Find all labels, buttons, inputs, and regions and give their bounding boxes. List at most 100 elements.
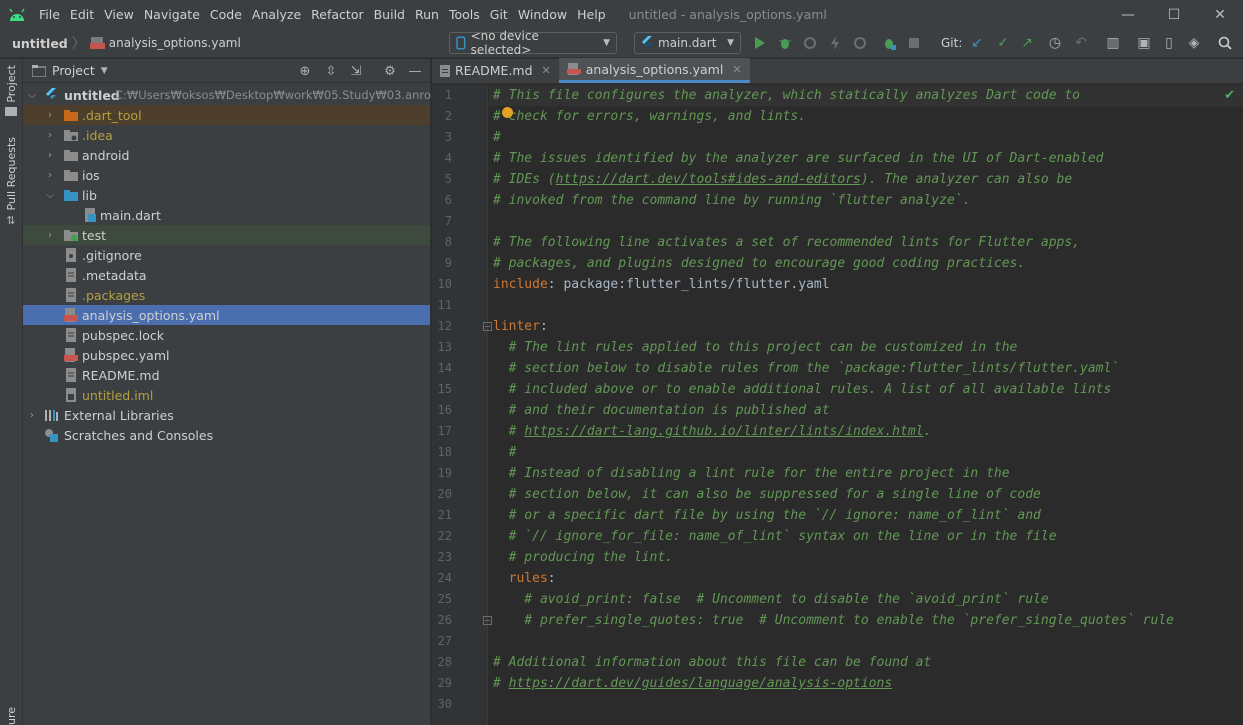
breadcrumb-file[interactable]: analysis_options.yaml [89, 36, 241, 50]
tab-analysis-options[interactable]: analysis_options.yaml ✕ [558, 58, 750, 83]
close-window-button[interactable]: ✕ [1197, 0, 1243, 29]
maximize-button[interactable]: ☐ [1151, 0, 1197, 29]
tree-item-test[interactable]: › test [23, 225, 430, 245]
menu-tools[interactable]: Tools [444, 0, 485, 29]
menu-run[interactable]: Run [410, 0, 444, 29]
chevron-down-icon: ▼ [727, 38, 734, 48]
hot-reload-icon[interactable] [826, 34, 844, 52]
tab-readme[interactable]: README.md ✕ [432, 58, 559, 83]
tree-item-pubspec-yaml[interactable]: pubspec.yaml [23, 345, 430, 365]
tree-item-main-dart[interactable]: main.dart [23, 205, 430, 225]
project-structure-icon[interactable]: ▥ [1104, 34, 1122, 52]
tree-item-label: .dart_tool [82, 107, 142, 123]
chevron-down-icon[interactable]: ▼ [101, 66, 108, 76]
yaml-file-icon [63, 347, 79, 363]
tree-item-label: analysis_options.yaml [82, 307, 220, 323]
menu-window[interactable]: Window [513, 0, 572, 29]
chevron-down-icon[interactable]: ⌵ [26, 90, 38, 101]
select-opened-file-icon[interactable]: ⊕ [297, 63, 313, 79]
tree-item-analysis-options[interactable]: analysis_options.yaml [23, 305, 430, 325]
profile-icon[interactable] [801, 34, 819, 52]
tree-item-android[interactable]: › android [23, 145, 430, 165]
chevron-right-icon[interactable]: › [44, 150, 56, 161]
breadcrumb-project[interactable]: untitled [12, 36, 68, 51]
tree-item-gitignore[interactable]: .gitignore [23, 245, 430, 265]
git-label: Git: [941, 36, 963, 50]
pull-requests-tool-tab[interactable]: Pull Requests ⇅ [0, 137, 22, 227]
git-history-icon[interactable]: ◷ [1046, 34, 1064, 52]
gear-icon[interactable]: ⚙ [382, 63, 398, 79]
device-manager-icon[interactable]: ▣ [1135, 34, 1153, 52]
menu-git[interactable]: Git [485, 0, 513, 29]
chevron-right-icon[interactable]: › [44, 130, 56, 141]
git-rollback-icon[interactable]: ↶ [1072, 34, 1090, 52]
menu-help[interactable]: Help [572, 0, 611, 29]
menu-file[interactable]: File [34, 0, 65, 29]
tree-item-pubspec-lock[interactable]: pubspec.lock [23, 325, 430, 345]
yaml-file-icon [89, 37, 105, 49]
menu-edit[interactable]: Edit [65, 0, 99, 29]
git-push-icon[interactable]: ↗ [1018, 34, 1036, 52]
device-selector[interactable]: <no device selected> ▼ [449, 29, 617, 57]
inspection-ok-icon[interactable]: ✔ [1224, 88, 1235, 103]
tree-root-untitled[interactable]: ⌵ untitled C:₩Users₩oksos₩Desktop₩work₩0… [23, 85, 475, 105]
menu-refactor[interactable]: Refactor [306, 0, 368, 29]
tree-item-lib[interactable]: ⌵ lib [23, 185, 430, 205]
hide-panel-icon[interactable]: — [407, 63, 423, 79]
chevron-right-icon[interactable]: › [44, 230, 56, 241]
line-number: 21 [437, 508, 452, 522]
intention-bulb-icon[interactable] [502, 107, 513, 118]
code-link[interactable]: https://dart.dev/guides/language/analysi… [509, 676, 893, 691]
git-commit-icon[interactable]: ✓ [994, 34, 1012, 52]
tree-item-idea[interactable]: › .idea [23, 125, 430, 145]
expand-all-icon[interactable]: ⇳ [323, 63, 339, 79]
attach-debugger-icon[interactable] [880, 34, 898, 52]
git-update-icon[interactable]: ↙ [968, 34, 986, 52]
fold-marker-icon[interactable]: − [483, 322, 492, 331]
chevron-right-icon[interactable]: › [44, 110, 56, 121]
collapse-all-icon[interactable]: ⇲ [348, 63, 364, 79]
tree-item-ios[interactable]: › ios [23, 165, 430, 185]
menu-navigate[interactable]: Navigate [139, 0, 205, 29]
run-config-selector[interactable]: main.dart ▼ [634, 32, 741, 54]
menu-bar: File Edit View Navigate Code Analyze Ref… [0, 0, 1243, 29]
project-view-selector[interactable]: Project [52, 63, 95, 78]
toolbar: untitled 〉 analysis_options.yaml <no dev… [0, 29, 1243, 58]
debug-icon[interactable] [776, 34, 794, 52]
code-link[interactable]: https://dart.dev/tools#ides-and-editors [556, 172, 861, 187]
line-number: 29 [437, 676, 452, 690]
menu-analyze[interactable]: Analyze [247, 0, 306, 29]
menu-code[interactable]: Code [205, 0, 247, 29]
tree-item-packages[interactable]: .packages [23, 285, 430, 305]
chevron-down-icon[interactable]: ⌵ [44, 190, 56, 201]
folder-icon [63, 147, 79, 163]
line-number: 2 [444, 109, 452, 123]
structure-tool-tab[interactable]: ure [0, 707, 22, 725]
search-icon[interactable] [1216, 34, 1234, 52]
project-tool-tab[interactable]: Project [0, 65, 22, 116]
stop-icon[interactable] [905, 34, 923, 52]
menu-view[interactable]: View [99, 0, 139, 29]
tree-item-external-libraries[interactable]: › External Libraries [23, 405, 430, 425]
line-number: 7 [444, 214, 452, 228]
code-link[interactable]: https://dart-lang.github.io/linter/lints… [524, 424, 923, 439]
menu-build[interactable]: Build [369, 0, 410, 29]
chevron-right-icon[interactable]: › [44, 170, 56, 181]
close-icon[interactable]: ✕ [542, 64, 551, 77]
tree-item-untitled-iml[interactable]: untitled.iml [23, 385, 430, 405]
yaml-file-icon [63, 307, 79, 323]
tree-item-dart-tool[interactable]: › .dart_tool [23, 105, 430, 125]
sdk-manager-icon[interactable]: ▯ [1160, 34, 1178, 52]
hot-restart-icon[interactable] [851, 34, 869, 52]
fold-marker-icon[interactable]: − [483, 616, 492, 625]
chevron-right-icon[interactable]: › [26, 410, 38, 421]
layout-inspector-icon[interactable]: ◈ [1185, 34, 1203, 52]
tree-item-scratches[interactable]: Scratches and Consoles [23, 425, 430, 445]
close-icon[interactable]: ✕ [732, 63, 741, 76]
run-icon[interactable] [751, 34, 769, 52]
tree-item-label: test [82, 227, 107, 243]
tree-item-readme[interactable]: README.md [23, 365, 430, 385]
line-number: 14 [437, 361, 452, 375]
minimize-button[interactable]: — [1105, 0, 1151, 29]
tree-item-metadata[interactable]: .metadata [23, 265, 430, 285]
